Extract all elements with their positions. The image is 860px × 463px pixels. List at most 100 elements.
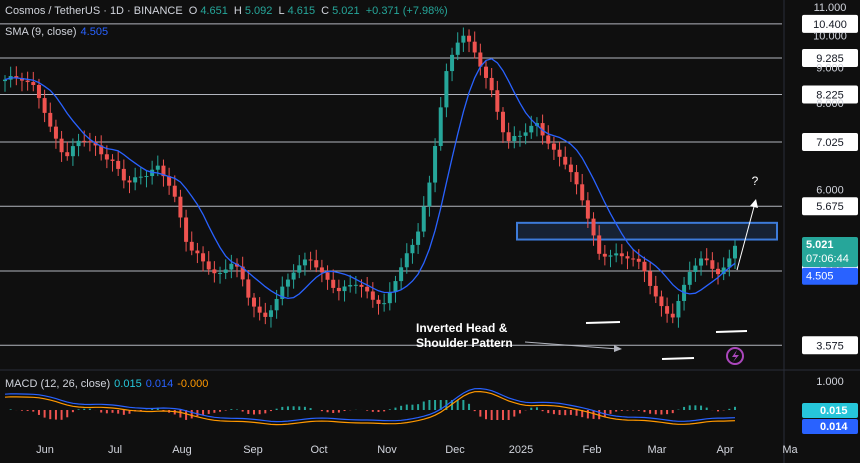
- low-label: L: [278, 5, 285, 17]
- candle-body: [608, 255, 613, 257]
- candle-body: [291, 272, 296, 280]
- macd-histogram-bar: [541, 410, 544, 412]
- candle-body: [670, 313, 675, 318]
- candle-body: [121, 168, 126, 181]
- macd-legend[interactable]: MACD (12, 26, close) 0.015 0.014 -0.000: [5, 378, 208, 390]
- macd-histogram-bar: [671, 410, 674, 414]
- candle-body: [251, 297, 256, 307]
- annotation-line-1: Inverted Head &: [416, 321, 508, 335]
- macd-histogram-bar: [83, 408, 86, 410]
- macd-histogram-bar: [417, 404, 420, 410]
- macd-histogram-bar: [518, 410, 521, 414]
- candle-body: [625, 256, 630, 259]
- high-label: H: [233, 5, 242, 17]
- countdown: 07:06:44: [806, 253, 849, 265]
- macd-histogram-bar: [620, 410, 623, 411]
- candle-body: [733, 245, 737, 259]
- macd-histogram-bar: [122, 410, 125, 415]
- x-axis-label: Jun: [36, 444, 54, 456]
- level-label: 7.025: [816, 137, 844, 149]
- candle-body: [676, 300, 681, 318]
- macd-histogram-bar: [400, 405, 403, 410]
- candle-body: [687, 271, 692, 285]
- macd-histogram-bar: [479, 410, 482, 417]
- macd-histogram-bar: [32, 410, 35, 412]
- candle-body: [70, 146, 75, 157]
- macd-histogram-bar: [496, 410, 499, 420]
- macd-histogram-bar: [660, 410, 663, 415]
- candle-body: [557, 149, 562, 157]
- macd-histogram-bar: [258, 410, 261, 415]
- question-mark: ?: [752, 174, 759, 188]
- candle-body: [421, 206, 426, 232]
- candle-body: [314, 260, 319, 268]
- candle-body: [263, 312, 268, 317]
- macd-histogram-bar: [37, 410, 40, 415]
- x-axis-label: Dec: [445, 444, 465, 456]
- macd-histogram-bar: [473, 410, 476, 412]
- macd-histogram-bar: [422, 401, 425, 410]
- macd-histogram-bar: [377, 410, 380, 413]
- macd-histogram-bar: [337, 410, 340, 413]
- candle-body: [387, 291, 392, 304]
- candle-body: [76, 140, 81, 147]
- candle-body: [342, 286, 347, 292]
- candle-body: [144, 176, 149, 178]
- macd-histogram-bar: [207, 410, 210, 414]
- candle-body: [218, 272, 223, 274]
- sma-legend[interactable]: SMA (9, close) 4.505: [5, 26, 108, 38]
- macd-value-2: 0.014: [145, 378, 174, 390]
- candle-body: [704, 258, 709, 261]
- open-label: O: [188, 5, 198, 17]
- macd-histogram-bar: [705, 407, 708, 410]
- macd-histogram-bar: [20, 410, 23, 411]
- macd-histogram-bar: [60, 410, 63, 420]
- macd-histogram-bar: [275, 408, 278, 410]
- macd-label: MACD (12, 26, close): [5, 378, 111, 390]
- macd-histogram-bar: [66, 410, 69, 418]
- candle-body: [529, 125, 534, 133]
- candle-body: [223, 269, 228, 273]
- change-value: +0.371 (+7.98%): [365, 5, 448, 17]
- macd-histogram-bar: [411, 404, 414, 410]
- candle-body: [365, 286, 370, 292]
- candle-body: [602, 253, 607, 257]
- candle-body: [399, 267, 404, 282]
- macd-histogram-bar: [247, 410, 250, 414]
- macd-histogram-bar: [343, 410, 346, 412]
- macd-value-1: 0.015: [114, 378, 142, 390]
- macd-histogram-bar: [717, 410, 720, 412]
- candle-body: [155, 165, 160, 170]
- macd-histogram-bar: [383, 410, 386, 412]
- price-chart[interactable]: 10.4009.2858.2257.0255.6754.5753.57511.0…: [0, 0, 860, 463]
- candle-body: [31, 82, 36, 85]
- macd-histogram-bar: [456, 400, 459, 410]
- macd-histogram-bar: [666, 410, 669, 415]
- candle-body: [489, 77, 494, 91]
- macd-histogram-bar: [100, 410, 103, 413]
- candle-body: [297, 265, 302, 273]
- candle-body: [353, 284, 358, 286]
- candle-body: [597, 235, 602, 254]
- close-label: C: [321, 5, 330, 17]
- macd-histogram-bar: [468, 403, 471, 410]
- candle-body: [127, 180, 132, 183]
- macd-histogram-bar: [179, 410, 182, 418]
- candle-body: [110, 159, 115, 161]
- macd-histogram-bar: [485, 410, 488, 420]
- candle-body: [331, 279, 336, 288]
- candle-body: [319, 267, 324, 273]
- candle-body: [642, 261, 647, 272]
- candle-body: [546, 135, 551, 144]
- candle-body: [42, 98, 47, 113]
- left-shoulder-marker: [585, 321, 621, 324]
- close-value: 5.021: [332, 5, 360, 17]
- macd-histogram-bar: [292, 406, 295, 410]
- candle-body: [376, 299, 381, 304]
- candle-body: [53, 126, 58, 139]
- x-axis-label: Nov: [377, 444, 397, 456]
- macd-histogram-bar: [105, 410, 108, 414]
- macd-histogram-bar: [734, 406, 736, 410]
- candle-body: [268, 310, 273, 317]
- candle-body: [178, 196, 183, 218]
